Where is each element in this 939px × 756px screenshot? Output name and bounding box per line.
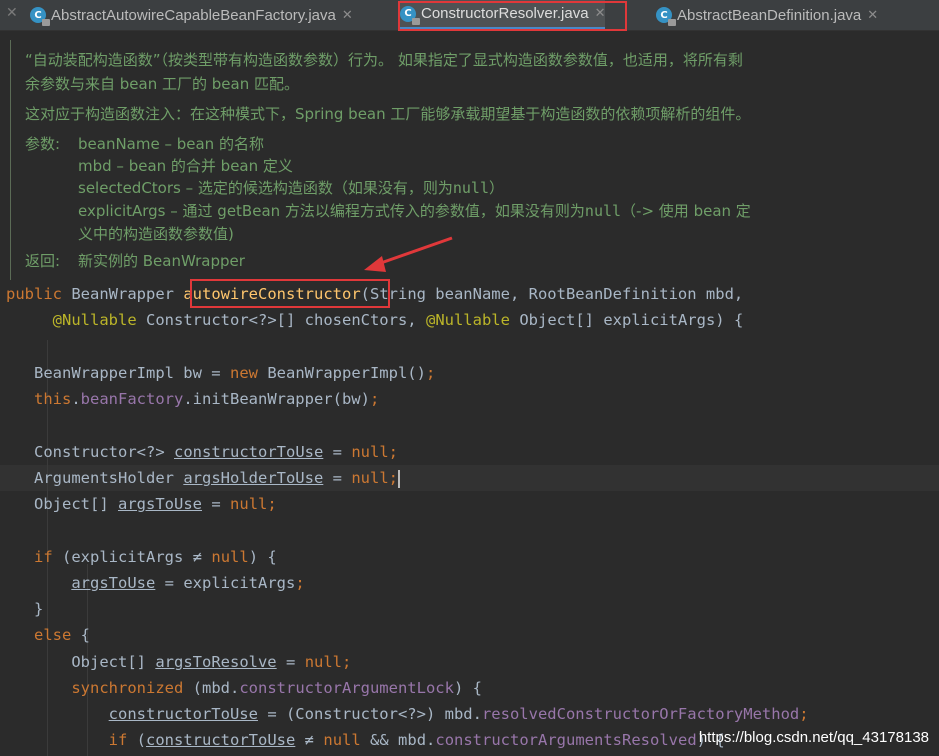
doc-description-line: “自动装配构造函数”（按类型带有构造函数参数）行为。 如果指定了显式构造函数参数… xyxy=(25,51,743,69)
tab-constructor-resolver[interactable]: C ConstructorResolver.java ✕ xyxy=(400,0,606,30)
doc-param: beanName – bean 的名称 xyxy=(78,135,264,153)
watermark: https://blog.csdn.net/qq_43178138 xyxy=(698,729,929,746)
text-cursor xyxy=(398,469,401,488)
doc-param: mbd – bean 的合并 bean 定义 xyxy=(78,157,293,175)
code-line: Object[] argsToUse = null; xyxy=(34,495,277,513)
editor-tab-bar: ✕ C AbstractAutowireCapableBeanFactory.j… xyxy=(0,0,939,31)
code-line: if (constructorToUse ≠ null && mbd.const… xyxy=(108,731,725,749)
java-class-icon: C xyxy=(30,7,50,26)
code-line: BeanWrapperImpl bw = new BeanWrapperImpl… xyxy=(34,364,436,382)
doc-param: explicitArgs – 通过 getBean 方法以编程方式传入的参数值，… xyxy=(78,202,751,220)
code-line: public BeanWrapper autowireConstructor(S… xyxy=(6,285,744,303)
java-class-icon: C xyxy=(400,5,420,25)
code-line: argsToUse = explicitArgs; xyxy=(71,574,305,592)
close-tab-icon[interactable]: ✕ xyxy=(342,8,353,23)
java-class-icon: C xyxy=(656,7,676,26)
method-name: autowireConstructor xyxy=(183,285,361,303)
code-line: Constructor<?> constructorToUse = null; xyxy=(34,443,399,461)
lock-icon xyxy=(668,19,676,26)
doc-returns-label: 返回: xyxy=(25,252,61,270)
tab-label: AbstractBeanDefinition.java xyxy=(677,6,862,24)
code-line: } xyxy=(34,600,44,618)
code-line: synchronized (mbd.constructorArgumentLoc… xyxy=(71,679,482,697)
doc-param: 义中的构造函数参数值) xyxy=(78,225,234,243)
tab-label: ConstructorResolver.java xyxy=(421,5,589,22)
lock-icon xyxy=(412,17,420,25)
code-line: Object[] argsToResolve = null; xyxy=(71,653,352,671)
code-line: ArgumentsHolder argsHolderToUse = null; xyxy=(34,469,401,488)
code-line: @Nullable Constructor<?>[] chosenCtors, … xyxy=(52,311,744,329)
doc-description-line: 余参数与来自 bean 工厂的 bean 匹配。 xyxy=(25,75,299,93)
code-line: this.beanFactory.initBeanWrapper(bw); xyxy=(34,390,380,408)
code-line: constructorToUse = (Constructor<?>) mbd.… xyxy=(108,705,809,723)
close-tab-icon[interactable]: ✕ xyxy=(595,6,606,21)
code-line: if (explicitArgs ≠ null) { xyxy=(34,548,277,566)
doc-description-line: 这对应于构造函数注入：在这种模式下，Spring bean 工厂能够承载期望基于… xyxy=(25,105,751,123)
doc-params-label: 参数: xyxy=(25,135,61,153)
tab-label: AbstractAutowireCapableBeanFactory.java xyxy=(51,6,336,24)
code-editor[interactable]: public BeanWrapper autowireConstructor(S… xyxy=(0,280,939,756)
close-tab-icon[interactable]: ✕ xyxy=(867,8,878,23)
lock-icon xyxy=(42,19,50,26)
tab-abstract-bean-definition[interactable]: C AbstractBeanDefinition.java ✕ xyxy=(656,0,878,30)
close-icon[interactable]: ✕ xyxy=(6,5,18,21)
tab-abstract-autowire-capable-bean-factory[interactable]: C AbstractAutowireCapableBeanFactory.jav… xyxy=(30,0,353,30)
code-line: else { xyxy=(34,626,91,644)
doc-param: selectedCtors – 选定的候选构造函数（如果没有，则为null） xyxy=(78,179,505,197)
rendered-javadoc: “自动装配构造函数”（按类型带有构造函数参数）行为。 如果指定了显式构造函数参数… xyxy=(10,40,939,280)
doc-returns: 新实例的 BeanWrapper xyxy=(78,252,245,270)
